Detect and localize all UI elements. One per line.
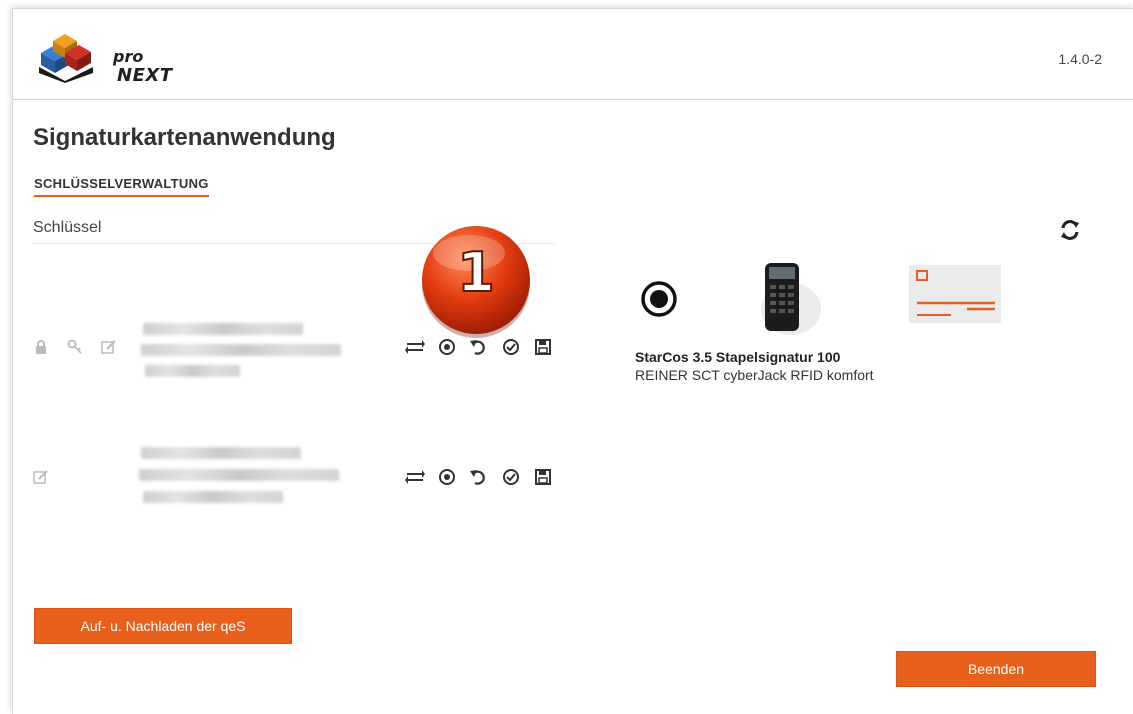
key-icon	[67, 339, 83, 355]
card-name: StarCos 3.5 Stapelsignatur 100	[635, 349, 841, 365]
card-reader-name: REINER SCT cyberJack RFID komfort	[635, 367, 874, 383]
blurred-key-info	[133, 439, 363, 519]
blurred-key-info	[133, 309, 363, 389]
version-label: 1.4.0-2	[1058, 51, 1102, 67]
app-header: pro NEXT 1.4.0-2	[13, 9, 1133, 100]
tab-schluesselverwaltung[interactable]: SCHLÜSSELVERWALTUNG	[34, 176, 209, 197]
target-icon[interactable]	[437, 467, 457, 487]
step-badge-number: 1	[456, 240, 496, 305]
cubes-logo-icon	[39, 34, 93, 83]
load-qes-button[interactable]: Auf- u. Nachladen der qeS	[34, 608, 292, 644]
exit-button[interactable]: Beenden	[896, 651, 1096, 687]
refresh-icon[interactable]	[1059, 219, 1081, 241]
card-reader-icon	[753, 259, 823, 339]
logo-text-pro: pro	[113, 47, 144, 66]
signature-card-icon	[909, 265, 1001, 323]
swap-icon[interactable]	[405, 467, 425, 487]
lock-icon	[33, 339, 49, 355]
page-title: Signaturkartenanwendung	[33, 124, 336, 151]
edit-icon[interactable]	[33, 469, 49, 485]
step-badge: 1	[417, 223, 535, 341]
card-radio-selected[interactable]	[639, 279, 679, 319]
app-logo: pro NEXT	[35, 27, 175, 86]
card-selection: StarCos 3.5 Stapelsignatur 100 REINER SC…	[633, 249, 1033, 399]
edit-icon[interactable]	[101, 339, 117, 355]
key-row	[33, 439, 573, 519]
save-icon[interactable]	[533, 467, 553, 487]
app-window: pro NEXT 1.4.0-2 Signaturkartenanwendung…	[12, 8, 1133, 714]
logo-text-next: NEXT	[117, 65, 173, 86]
undo-icon[interactable]	[469, 467, 489, 487]
check-circle-icon[interactable]	[501, 467, 521, 487]
save-icon[interactable]	[533, 337, 553, 357]
